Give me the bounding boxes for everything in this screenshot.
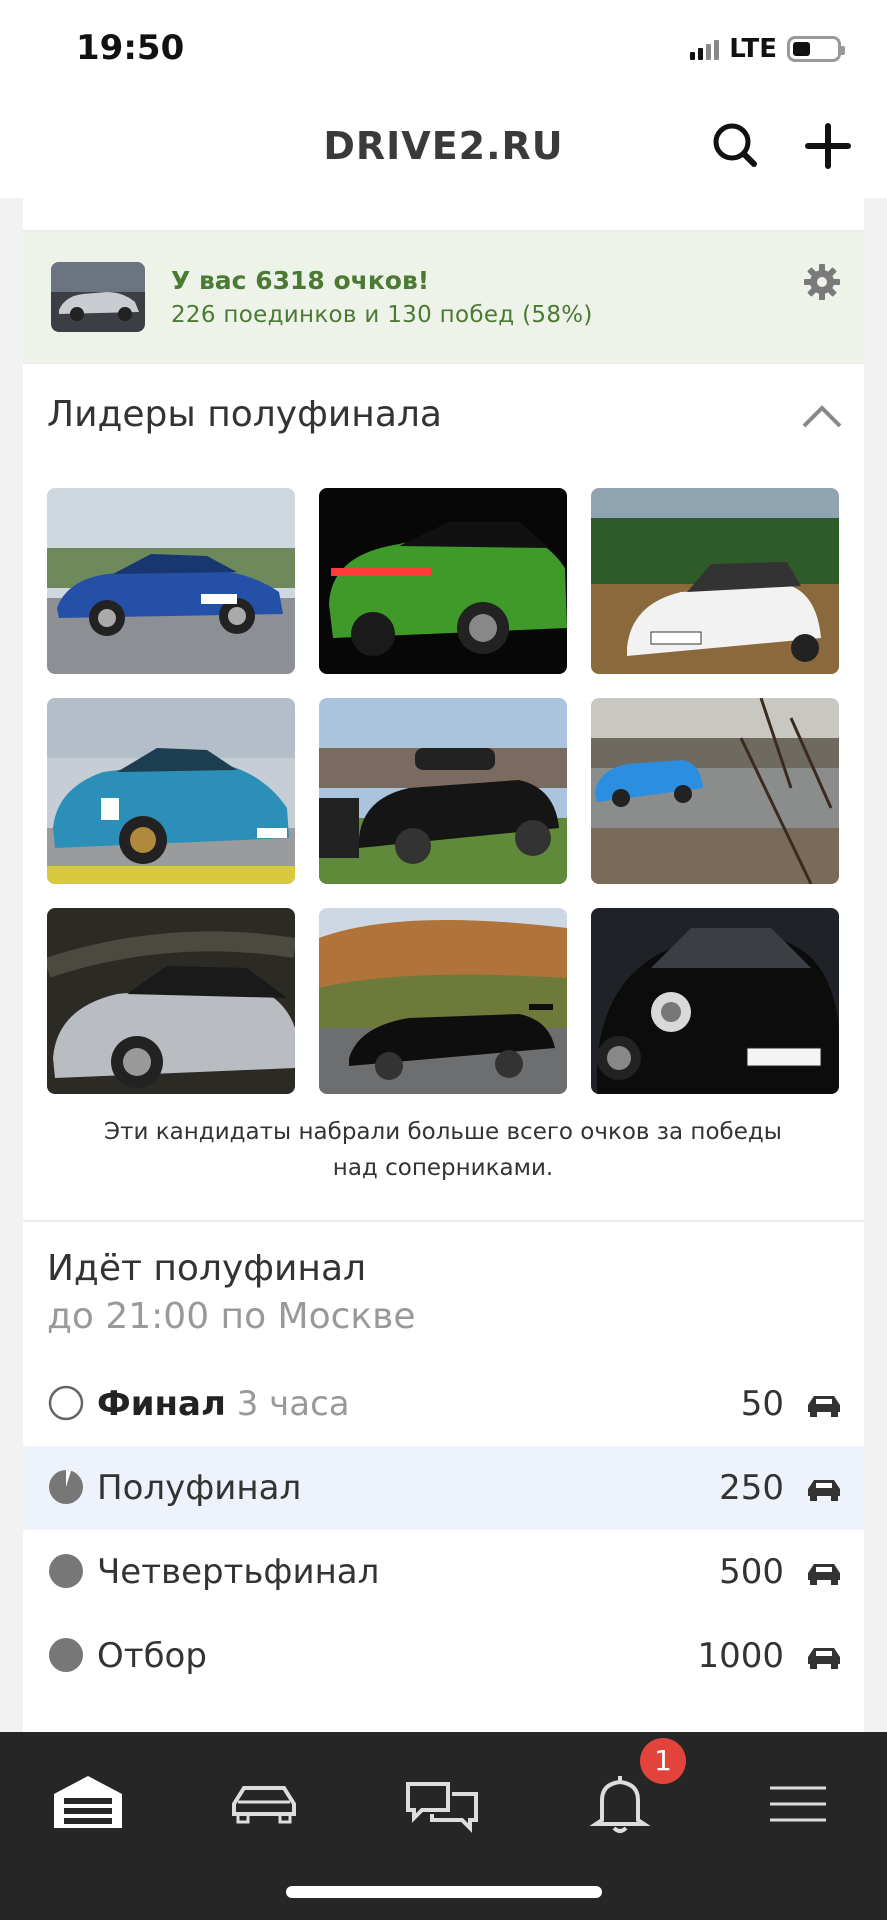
status-indicators: LTE: [690, 34, 845, 64]
leader-photo-7[interactable]: [47, 908, 295, 1094]
leader-photo-8[interactable]: [319, 908, 567, 1094]
leaders-title: Лидеры полуфинала: [47, 394, 442, 435]
points-subtitle: 226 поединков и 130 побед (58%): [171, 302, 593, 328]
stage-count: 50: [740, 1384, 784, 1424]
status-time: 19:50: [76, 28, 185, 68]
duel-card: У вас 6318 очков! 226 поединков и 130 по…: [23, 198, 864, 1732]
garage-icon: [54, 1776, 122, 1828]
empty-circle-icon: [48, 1385, 84, 1421]
section-divider: [23, 1220, 864, 1222]
tab-home[interactable]: [48, 1764, 128, 1844]
leaders-caption: Эти кандидаты набрали больше всего очков…: [104, 1119, 782, 1181]
stage-label: Финал: [97, 1384, 226, 1424]
points-title: У вас 6318 очков!: [171, 266, 430, 295]
stage-count: 500: [719, 1552, 784, 1592]
add-button[interactable]: [800, 118, 856, 174]
chevron-up-icon: [802, 405, 842, 428]
tab-cars[interactable]: [224, 1764, 304, 1844]
network-label: LTE: [729, 34, 777, 64]
car-icon: [808, 1396, 840, 1417]
status-bar: 19:50 LTE: [0, 0, 887, 98]
tab-menu[interactable]: [758, 1764, 838, 1844]
leader-photo-3[interactable]: [591, 488, 839, 674]
points-summary: У вас 6318 очков! 226 поединков и 130 по…: [23, 232, 864, 362]
settings-button[interactable]: [802, 262, 842, 302]
stage-label: Четвертьфинал: [97, 1552, 380, 1592]
chat-icon: [406, 1782, 478, 1833]
filled-circle-icon: [49, 1554, 83, 1588]
leader-photo-1[interactable]: [47, 488, 295, 674]
stage-count: 250: [719, 1468, 784, 1508]
filled-circle-icon: [49, 1638, 83, 1672]
stage-row-semifinal[interactable]: Полуфинал 250: [23, 1446, 864, 1530]
car-outline-icon: [232, 1786, 296, 1824]
semifinal-deadline: до 21:00 по Москве: [47, 1296, 416, 1337]
plus-icon: [805, 123, 851, 169]
home-indicator[interactable]: [286, 1886, 602, 1898]
semifinal-title: Идёт полуфинал: [47, 1248, 367, 1289]
hamburger-menu-icon: [770, 1786, 826, 1822]
user-car-thumbnail[interactable]: [51, 262, 145, 332]
stage-note: 3 часа: [236, 1384, 350, 1424]
car-icon: [808, 1648, 840, 1669]
notification-badge: 1: [640, 1738, 686, 1784]
stage-row-final[interactable]: Финал 3 часа 50: [23, 1362, 864, 1446]
leader-photo-4[interactable]: [47, 698, 295, 884]
progress-pie-icon: [49, 1470, 83, 1504]
gear-icon: [804, 264, 840, 300]
leaders-grid: [47, 488, 839, 1094]
signal-icon: [690, 38, 720, 60]
stage-row-quarterfinal[interactable]: Четвертьфинал 500: [23, 1530, 864, 1614]
leaders-header[interactable]: Лидеры полуфинала: [23, 362, 864, 480]
tab-messages[interactable]: [402, 1764, 482, 1844]
collapse-button[interactable]: [800, 402, 844, 432]
app-header: DRIVE2.RU: [0, 98, 887, 198]
leader-photo-6[interactable]: [591, 698, 839, 884]
leader-photo-2[interactable]: [319, 488, 567, 674]
search-icon: [713, 123, 757, 167]
car-icon: [808, 1480, 840, 1501]
car-icon: [808, 1564, 840, 1585]
leader-photo-9[interactable]: [591, 908, 839, 1094]
search-button[interactable]: [708, 118, 764, 174]
battery-icon: [787, 36, 845, 62]
stage-label: Отбор: [97, 1636, 207, 1676]
stage-label: Полуфинал: [97, 1468, 302, 1508]
leader-photo-5[interactable]: [319, 698, 567, 884]
stage-count: 1000: [697, 1636, 784, 1676]
stage-row-selection[interactable]: Отбор 1000: [23, 1614, 864, 1698]
